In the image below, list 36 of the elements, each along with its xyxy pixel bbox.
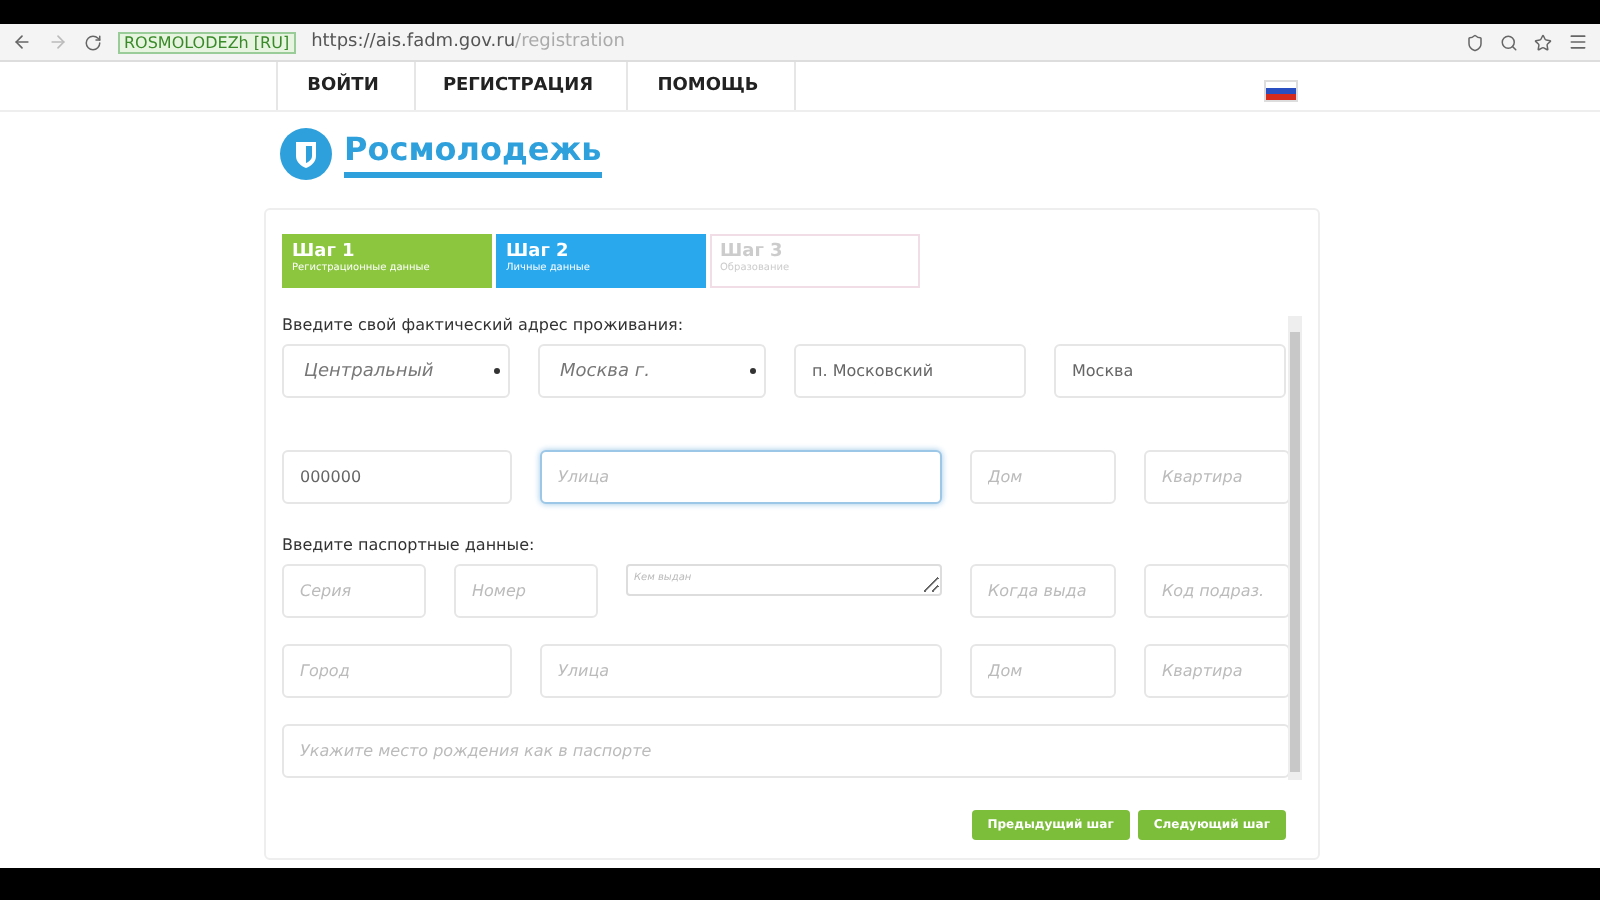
menu-icon[interactable] [1568,32,1588,52]
caret-icon [750,368,756,374]
nav-link[interactable]: ПОМОЩЬ [628,62,796,110]
input-field[interactable]: 000000 [282,450,512,504]
input-field[interactable]: Номер [454,564,598,618]
input-field[interactable]: Улица [540,450,942,504]
input-field[interactable]: Укажите место рождения как в паспорте [282,724,1290,778]
section-label: Введите паспортные данные: [282,536,537,554]
input-field[interactable]: Дом [970,450,1116,504]
address-bar[interactable]: https://ais.fadm.gov.ru/registration [311,32,1450,52]
site-badge: ROSMOLODEZh [RU] [118,31,296,53]
search-icon[interactable] [1500,33,1518,51]
back-icon[interactable] [12,32,32,52]
input-field[interactable]: Серия [282,564,426,618]
section-label: Введите свой фактический адрес проживания: [282,316,686,334]
dropdown-select[interactable]: Москва г. [538,344,766,398]
input-field[interactable]: Когда выда [970,564,1116,618]
caret-icon [494,368,500,374]
input-field[interactable]: Улица [540,644,942,698]
star-icon[interactable] [1534,33,1552,51]
nav-link[interactable]: ВОЙТИ [276,62,416,110]
shield-icon[interactable] [1466,33,1484,51]
scrollbar[interactable] [1288,316,1302,780]
input-field[interactable]: Код подраз. [1144,564,1290,618]
dropdown-select[interactable]: Центральный [282,344,510,398]
logo-icon [280,128,332,180]
flag-icon[interactable] [1264,80,1298,102]
input-field[interactable]: Москва [1054,344,1286,398]
reload-icon[interactable] [84,33,102,51]
logo-text[interactable]: Росмолодежь [344,130,602,178]
input-field[interactable]: Дом [970,644,1116,698]
input-field[interactable]: Квартира [1144,450,1290,504]
input-field[interactable]: Город [282,644,512,698]
nav-link[interactable]: РЕГИСТРАЦИЯ [416,62,628,110]
input-field[interactable]: Квартира [1144,644,1290,698]
input-field[interactable]: п. Московский [794,344,1026,398]
